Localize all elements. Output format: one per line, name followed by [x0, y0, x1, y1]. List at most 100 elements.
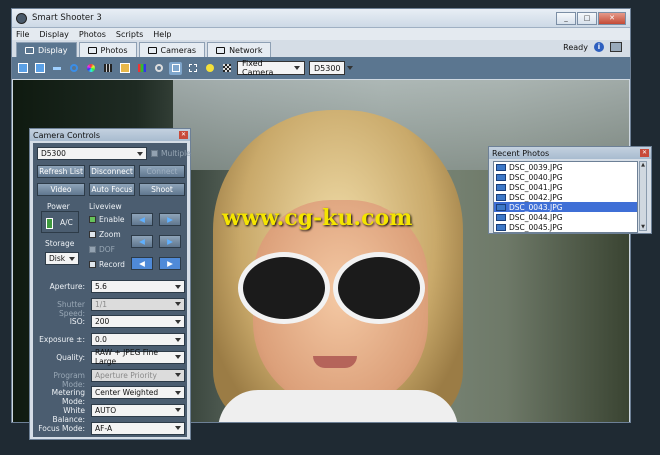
recent-photos-list: DSC_0039.JPG DSC_0040.JPG DSC_0041.JPG DSC_…: [493, 161, 638, 233]
menu-help[interactable]: Help: [153, 30, 171, 39]
grid-two-icon[interactable]: [33, 62, 46, 75]
focus-icon[interactable]: [169, 61, 182, 75]
scroll-up-icon[interactable]: ▲: [640, 162, 646, 168]
grid-icon[interactable]: [101, 62, 114, 75]
enable-label: Enable: [99, 215, 125, 224]
info-icon[interactable]: i: [594, 42, 604, 52]
menu-scripts[interactable]: Scripts: [116, 30, 143, 39]
list-item[interactable]: DSC_0044.JPG: [494, 212, 637, 222]
image-file-icon: [496, 213, 506, 221]
setting-dropdown[interactable]: AUTO: [91, 403, 185, 417]
computer-icon[interactable]: [610, 42, 622, 52]
status-area: Ready i: [563, 42, 622, 52]
setting-dropdown[interactable]: 200: [91, 315, 185, 329]
setting-dropdown[interactable]: Center Weighted: [91, 386, 185, 400]
tab-network[interactable]: Network: [207, 42, 272, 57]
photo-subject-mouth: [313, 356, 357, 368]
histogram-icon[interactable]: [135, 62, 148, 75]
setting-dropdown[interactable]: AF-A: [91, 421, 185, 435]
setting-label: Aperture:: [49, 282, 85, 291]
chevron-down-icon: [175, 319, 181, 324]
focus-farthest-button[interactable]: ▶: [159, 257, 181, 270]
zoom-checkbox[interactable]: [89, 231, 96, 238]
close-button[interactable]: ✕: [598, 11, 626, 25]
grid-one-icon[interactable]: [16, 62, 29, 75]
camera-controls-body: D5300 Multiple Refresh List Disconnect C…: [33, 143, 191, 437]
camera-dropdown-value: D5300: [41, 149, 66, 158]
setting-label: Metering Mode:: [51, 388, 85, 407]
image-file-icon: [496, 183, 506, 191]
list-item[interactable]: DSC_0039.JPG: [494, 162, 637, 172]
setting-value: 1/1: [95, 299, 108, 309]
camera-icon: [147, 46, 157, 54]
power-value: A/C: [60, 218, 73, 227]
multiple-checkbox[interactable]: [151, 150, 158, 157]
menu-file[interactable]: File: [16, 30, 29, 39]
lightbulb-icon[interactable]: [203, 62, 216, 75]
storage-label: Storage: [45, 239, 75, 248]
focus-far-fast-button[interactable]: ▶: [159, 235, 181, 248]
focus-nearest-button[interactable]: ◀: [131, 257, 153, 270]
tab-photos[interactable]: Photos: [78, 42, 137, 57]
image-file-icon: [496, 203, 506, 211]
video-button[interactable]: Video: [37, 183, 85, 196]
focus-far-button[interactable]: ▶: [159, 213, 181, 226]
link-icon[interactable]: [50, 62, 63, 75]
camera-dropdown[interactable]: D5300: [37, 147, 147, 160]
recent-photos-titlebar[interactable]: Recent Photos ✕: [489, 147, 651, 159]
refresh-icon[interactable]: [67, 62, 80, 75]
list-item[interactable]: DSC_0045.JPG: [494, 222, 637, 232]
tab-display[interactable]: Display: [16, 42, 77, 57]
photos-icon: [87, 46, 97, 54]
record-checkbox[interactable]: [89, 261, 96, 268]
close-icon[interactable]: ✕: [640, 149, 649, 157]
dof-checkbox[interactable]: [89, 246, 96, 253]
disconnect-button[interactable]: Disconnect: [89, 165, 135, 178]
tab-cameras[interactable]: Cameras: [138, 42, 206, 57]
connect-button[interactable]: Connect: [139, 165, 185, 178]
camera-controls-titlebar[interactable]: Camera Controls ✕: [30, 129, 190, 141]
mode-select[interactable]: Fixed Camera: [237, 59, 305, 77]
setting-dropdown[interactable]: Aperture Priority: [91, 368, 185, 382]
scroll-down-icon[interactable]: ▼: [640, 224, 646, 230]
setting-dropdown[interactable]: 1/1: [91, 297, 185, 311]
minimize-button[interactable]: _: [556, 11, 576, 25]
refresh-list-button[interactable]: Refresh List: [37, 165, 85, 178]
focus-near-button[interactable]: ◀: [131, 213, 153, 226]
color-wheel-icon[interactable]: [84, 62, 97, 75]
setting-dropdown[interactable]: 5.6: [91, 280, 185, 293]
storage-dropdown[interactable]: Disk: [45, 252, 79, 265]
maximize-button[interactable]: □: [577, 11, 597, 25]
auto-focus-button[interactable]: Auto Focus: [89, 183, 135, 196]
focus-near-fast-button[interactable]: ◀: [131, 235, 153, 248]
recent-photos-panel: Recent Photos ✕ DSC_0039.JPG DSC_0040.JPG…: [488, 146, 652, 234]
close-icon[interactable]: ✕: [179, 131, 188, 139]
monitor-icon: [25, 46, 34, 54]
menu-display[interactable]: Display: [39, 30, 69, 39]
checker-icon[interactable]: [220, 62, 233, 75]
setting-dropdown[interactable]: 0.0: [91, 333, 185, 347]
recent-photos-title: Recent Photos: [492, 148, 550, 158]
watermark-text: www.cg-ku.com: [222, 205, 413, 231]
file-name: DSC_0039.JPG: [509, 162, 563, 172]
camera-controls-panel: Camera Controls ✕ D5300 Multiple Refresh…: [29, 128, 191, 440]
list-item[interactable]: DSC_0042.JPG: [494, 192, 637, 202]
title-bar[interactable]: Smart Shooter 3 _ □ ✕: [12, 9, 630, 28]
image-tag-icon[interactable]: [118, 62, 131, 75]
zoom-icon[interactable]: [152, 62, 165, 75]
camera-select[interactable]: D5300: [309, 61, 353, 75]
recent-photos-scrollbar[interactable]: ▲ ▼: [639, 161, 647, 231]
list-item[interactable]: DSC_0043.JPG: [494, 202, 637, 212]
list-item[interactable]: DSC_0040.JPG: [494, 172, 637, 182]
tab-bar: Display Photos Cameras Network Ready i: [12, 40, 630, 57]
setting-label: Program Mode:: [53, 370, 85, 389]
arrow-right-icon: ▶: [167, 215, 173, 224]
setting-label: Exposure ±:: [39, 335, 85, 345]
menu-photos[interactable]: Photos: [79, 30, 106, 39]
zoom-area-icon[interactable]: [186, 62, 199, 75]
shoot-button[interactable]: Shoot: [139, 183, 185, 196]
photo-subject-shirt: [218, 390, 458, 422]
setting-dropdown[interactable]: RAW + JPEG Fine Large: [91, 348, 185, 366]
enable-checkbox[interactable]: [89, 216, 96, 223]
list-item[interactable]: DSC_0041.JPG: [494, 182, 637, 192]
